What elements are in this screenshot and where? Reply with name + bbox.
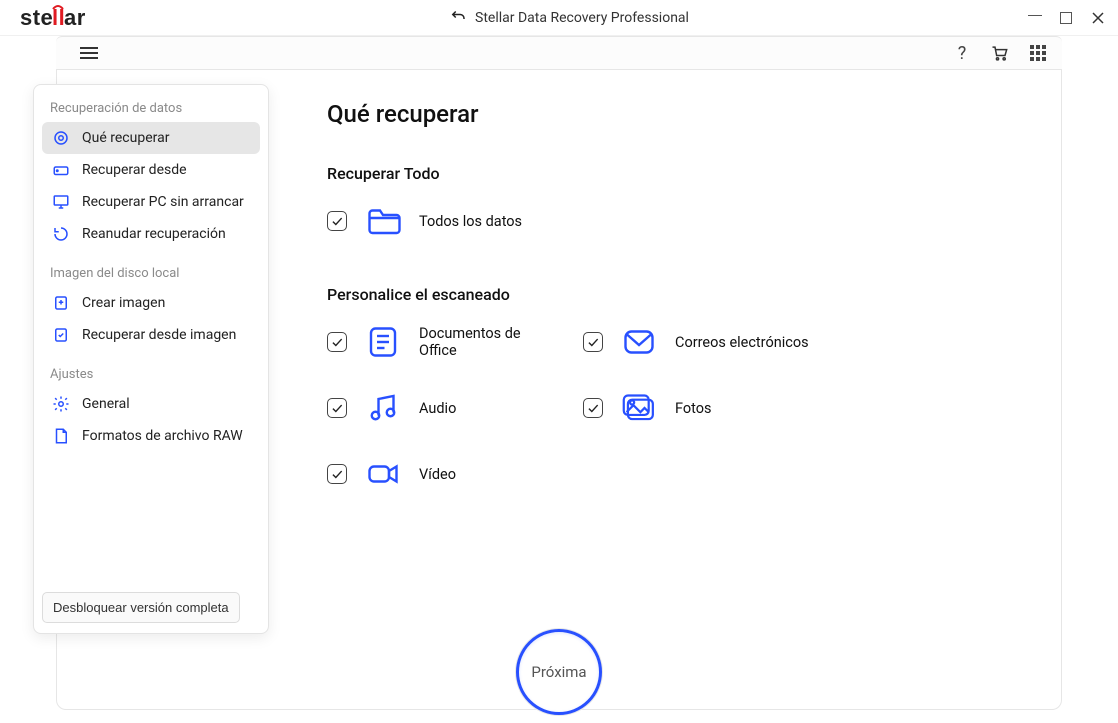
sidebar-item-recover-from[interactable]: Recuperar desde <box>42 154 260 186</box>
back-icon[interactable] <box>449 7 467 29</box>
sidebar: Recuperación de datos Qué recuperar Recu… <box>33 84 269 634</box>
sidebar-item-label: Qué recuperar <box>82 130 169 146</box>
checkbox-photos[interactable] <box>583 398 603 418</box>
sidebar-item-recover-crashed-pc[interactable]: Recuperar PC sin arrancar <box>42 186 260 218</box>
app-window: ste ll ar Stellar Data Recovery Professi… <box>0 0 1118 723</box>
checkbox-emails[interactable] <box>583 332 603 352</box>
sidebar-item-label: Recuperar desde <box>82 162 187 178</box>
mail-icon <box>621 324 657 360</box>
photo-icon <box>621 390 657 426</box>
option-photos: Fotos <box>583 390 813 426</box>
cart-icon[interactable] <box>990 43 1010 63</box>
titlebar: ste ll ar Stellar Data Recovery Professi… <box>0 0 1118 36</box>
raw-icon <box>52 427 70 445</box>
checkbox-office-documents[interactable] <box>327 332 347 352</box>
sidebar-item-raw-formats[interactable]: Formatos de archivo RAW <box>42 420 260 452</box>
folder-icon <box>365 203 401 239</box>
sidebar-item-what-to-recover[interactable]: Qué recuperar <box>42 122 260 154</box>
sidebar-section-disk-image: Imagen del disco local <box>42 264 260 287</box>
option-video: Vídeo <box>327 456 557 492</box>
option-audio: Audio <box>327 390 557 426</box>
sidebar-item-label: Recuperar PC sin arrancar <box>82 194 244 210</box>
sidebar-item-recover-from-image[interactable]: Recuperar desde imagen <box>42 319 260 351</box>
option-office-documents: Documentos de Office <box>327 324 557 360</box>
window-title: Stellar Data Recovery Professional <box>110 7 1028 29</box>
section-custom-scan: Personalice el escaneado <box>327 285 1031 304</box>
monitor-icon <box>52 193 70 211</box>
help-icon[interactable]: ? <box>952 43 972 63</box>
main-content: Qué recuperar Recuperar Todo Todos los d… <box>327 100 1031 492</box>
next-button[interactable]: Próxima <box>516 629 602 715</box>
unlock-full-version-button[interactable]: Desbloquear versión completa <box>42 592 240 623</box>
next-button-label: Próxima <box>531 663 586 681</box>
video-icon <box>365 456 401 492</box>
create-image-icon <box>52 294 70 312</box>
sidebar-section-recovery: Recuperación de datos <box>42 99 260 122</box>
option-label: Correos electrónicos <box>675 334 809 351</box>
sidebar-item-create-image[interactable]: Crear imagen <box>42 287 260 319</box>
toolstrip: ? <box>56 36 1062 70</box>
brand-logo: ste ll ar <box>20 5 110 31</box>
window-controls <box>1028 10 1106 26</box>
section-recover-all: Recuperar Todo <box>327 164 1031 183</box>
option-label: Vídeo <box>419 466 456 483</box>
svg-text:ste: ste <box>20 5 53 30</box>
checkbox-all-data[interactable] <box>327 211 347 231</box>
body-area: Recuperación de datos Qué recuperar Recu… <box>56 70 1062 710</box>
sidebar-item-label: General <box>82 396 130 412</box>
maximize-button[interactable] <box>1060 12 1072 24</box>
audio-icon <box>365 390 401 426</box>
menu-button[interactable] <box>76 41 102 65</box>
minimize-button[interactable] <box>1028 15 1042 16</box>
option-label: Audio <box>419 400 456 417</box>
sidebar-item-resume-recovery[interactable]: Reanudar recuperación <box>42 218 260 250</box>
sidebar-item-general[interactable]: General <box>42 388 260 420</box>
option-label: Todos los datos <box>419 213 522 230</box>
svg-text:ar: ar <box>64 5 86 30</box>
page-title: Qué recuperar <box>327 100 1031 128</box>
sidebar-item-label: Formatos de archivo RAW <box>82 428 243 444</box>
close-button[interactable] <box>1090 10 1106 26</box>
custom-scan-options: Documentos de Office Correos electrónico… <box>327 324 1031 492</box>
option-emails: Correos electrónicos <box>583 324 813 360</box>
sidebar-item-label: Reanudar recuperación <box>82 226 226 242</box>
window-title-text: Stellar Data Recovery Professional <box>475 10 689 26</box>
option-label: Documentos de Office <box>419 325 557 359</box>
checkbox-video[interactable] <box>327 464 347 484</box>
sidebar-section-settings: Ajustes <box>42 365 260 388</box>
resume-icon <box>52 225 70 243</box>
apps-grid-icon[interactable] <box>1028 43 1048 63</box>
sidebar-item-label: Recuperar desde imagen <box>82 327 236 343</box>
sidebar-item-label: Crear imagen <box>82 295 165 311</box>
target-icon <box>52 129 70 147</box>
recover-image-icon <box>52 326 70 344</box>
gear-icon <box>52 395 70 413</box>
checkbox-audio[interactable] <box>327 398 347 418</box>
doc-icon <box>365 324 401 360</box>
option-all-data: Todos los datos <box>327 203 1031 239</box>
option-label: Fotos <box>675 400 712 417</box>
drive-icon <box>52 161 70 179</box>
